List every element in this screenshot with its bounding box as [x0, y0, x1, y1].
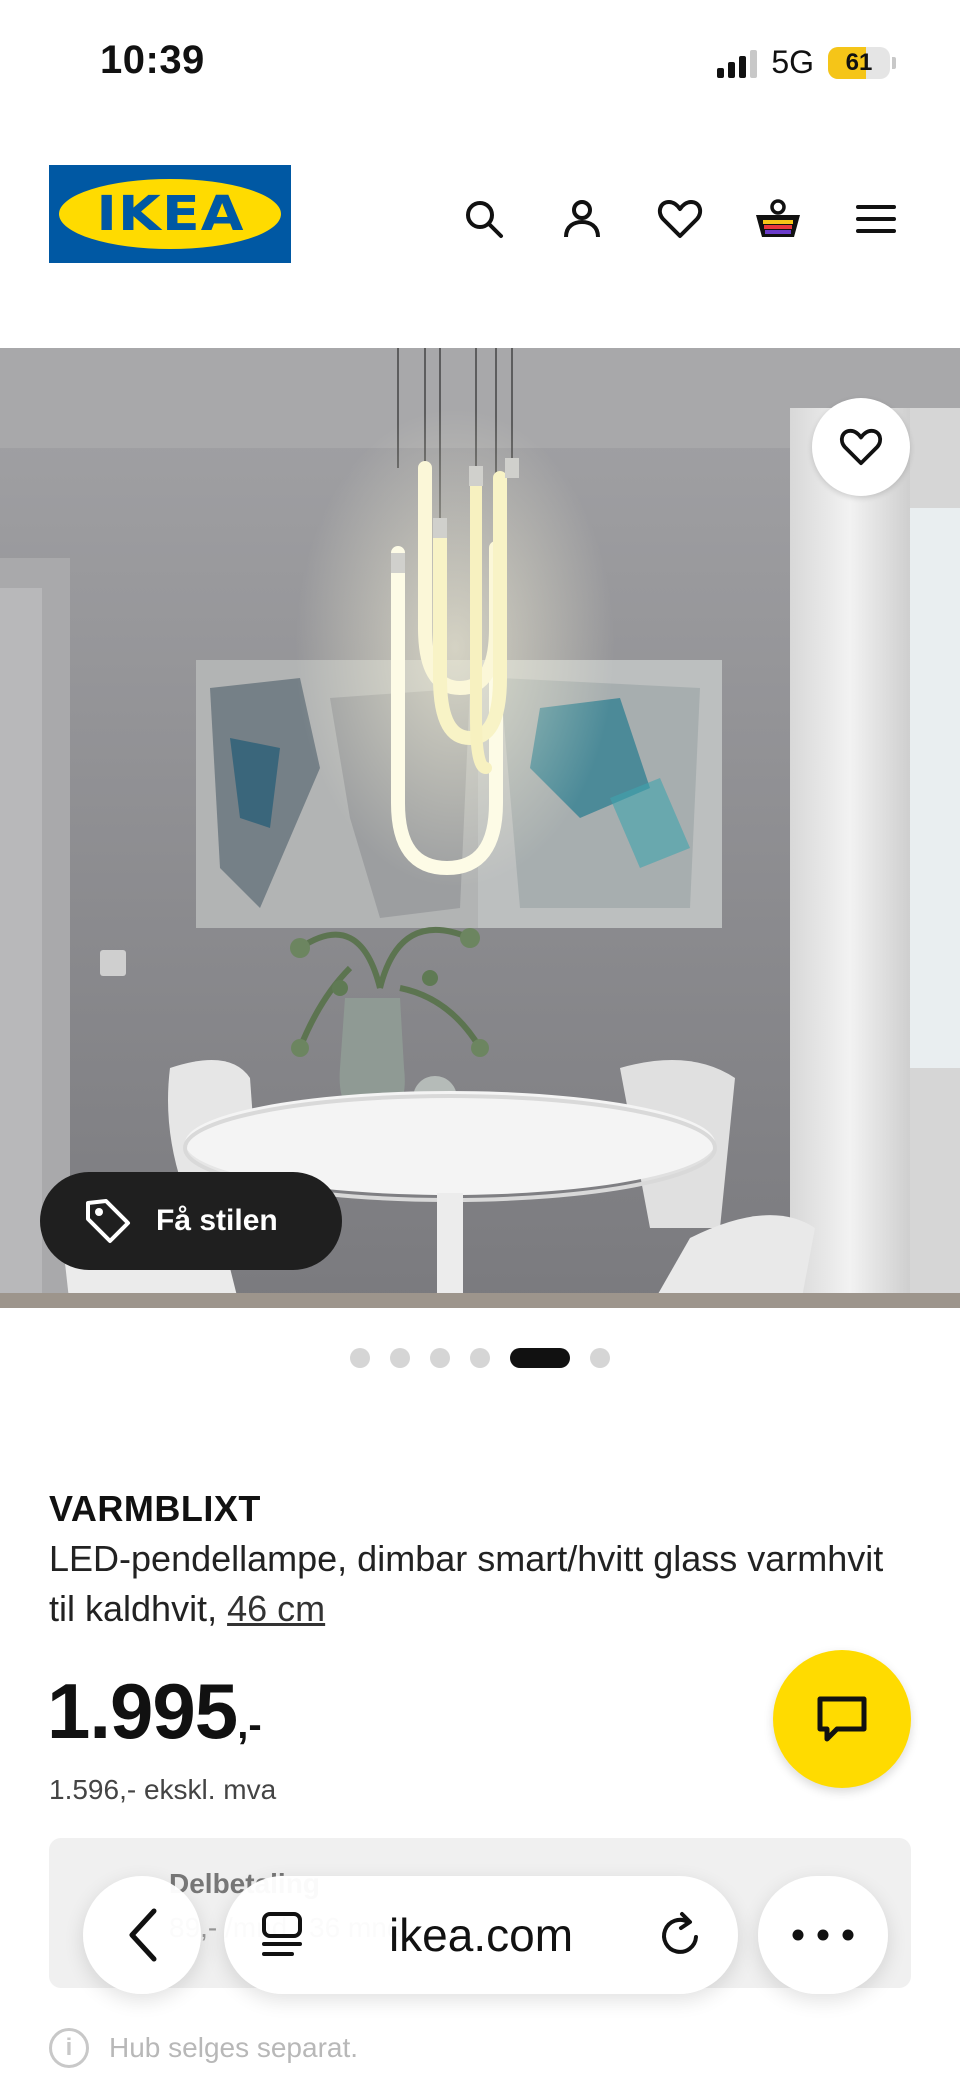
- product-info: VARMBLIXT LED-pendellampe, dimbar smart/…: [49, 1488, 911, 1634]
- browser-toolbar: ikea.com: [0, 1874, 960, 2004]
- product-description: LED-pendellampe, dimbar smart/hvitt glas…: [49, 1534, 911, 1634]
- signal-icon: [717, 48, 758, 78]
- pagination-dot-active[interactable]: [510, 1348, 570, 1368]
- logo-text: IKEA: [95, 186, 245, 242]
- price-amount: 1.995: [47, 1667, 238, 1755]
- menu-icon[interactable]: [846, 189, 906, 249]
- status-bar: 10:39 5G 61: [0, 0, 960, 120]
- pagination-dot[interactable]: [430, 1348, 450, 1368]
- header-actions: [454, 189, 906, 249]
- get-the-look-button[interactable]: Få stilen: [40, 1172, 342, 1270]
- chevron-left-icon: [129, 1908, 157, 1962]
- gallery-pagination: [0, 1348, 960, 1368]
- pagination-dot[interactable]: [470, 1348, 490, 1368]
- product-size-link[interactable]: 46 cm: [227, 1588, 325, 1629]
- wishlist-icon[interactable]: [650, 189, 710, 249]
- pagination-dot[interactable]: [590, 1348, 610, 1368]
- add-to-wishlist-button[interactable]: [812, 398, 910, 496]
- product-name: VARMBLIXT: [49, 1488, 261, 1529]
- browser-back-button[interactable]: [83, 1876, 201, 1994]
- browser-more-button[interactable]: [758, 1876, 888, 1994]
- get-the-look-label: Få stilen: [156, 1204, 278, 1237]
- dining-room-scene: [0, 348, 960, 1308]
- status-time: 10:39: [100, 38, 205, 82]
- product-price: 1.995 ,-: [47, 1666, 262, 1757]
- more-icon: [792, 1929, 854, 1941]
- price-excl-vat: 1.596,- ekskl. mva: [49, 1774, 277, 1805]
- product-description-text: LED-pendellampe, dimbar smart/hvitt glas…: [49, 1538, 884, 1629]
- site-header: IKEA: [0, 165, 960, 265]
- price-suffix: ,-: [237, 1703, 262, 1747]
- pagination-dot[interactable]: [350, 1348, 370, 1368]
- cart-icon[interactable]: [748, 189, 808, 249]
- chat-icon: [817, 1696, 867, 1742]
- url-text: ikea.com: [388, 1909, 574, 1961]
- network-type: 5G: [771, 44, 814, 80]
- address-bar[interactable]: ikea.com: [224, 1876, 738, 1994]
- search-icon[interactable]: [454, 189, 514, 249]
- chat-button[interactable]: [773, 1650, 911, 1788]
- status-indicators: 5G 61: [717, 44, 896, 81]
- tag-icon: [86, 1199, 130, 1243]
- ikea-logo[interactable]: IKEA: [49, 165, 291, 263]
- battery-level: 61: [845, 48, 873, 76]
- account-icon[interactable]: [552, 189, 612, 249]
- battery-icon: 61: [828, 46, 890, 79]
- tabs-icon[interactable]: [258, 1910, 306, 1960]
- reload-icon[interactable]: [656, 1910, 704, 1960]
- product-image[interactable]: Få stilen: [0, 348, 960, 1308]
- hub-note: i Hub selges separat.: [49, 2028, 358, 2068]
- info-icon: i: [49, 2028, 89, 2068]
- hub-note-text: Hub selges separat.: [109, 2032, 359, 2063]
- pagination-dot[interactable]: [390, 1348, 410, 1368]
